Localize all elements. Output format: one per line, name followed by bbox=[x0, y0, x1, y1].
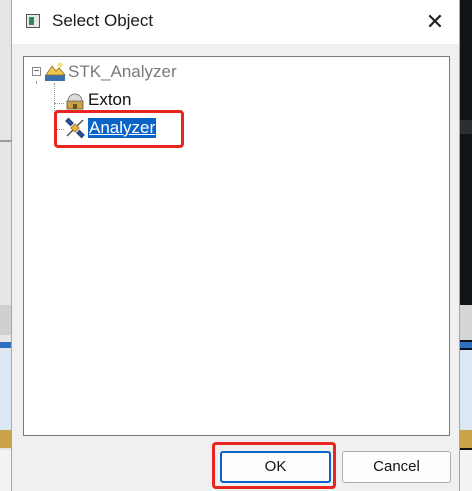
title-bar: Select Object ✕ bbox=[12, 0, 459, 44]
cancel-button[interactable]: Cancel bbox=[342, 451, 451, 483]
facility-icon bbox=[66, 93, 84, 110]
dialog-footer: OK Cancel bbox=[12, 436, 459, 491]
tree-connector-horizontal bbox=[54, 103, 64, 104]
background-app-left-edge bbox=[0, 0, 11, 491]
close-button[interactable]: ✕ bbox=[419, 6, 451, 38]
tree-connector-vertical bbox=[36, 81, 37, 83]
background-app-right-edge bbox=[460, 0, 472, 491]
annotation-highlight-selected-node bbox=[54, 110, 184, 148]
tree-node-label: STK_Analyzer bbox=[68, 62, 177, 81]
app-window-icon bbox=[26, 14, 40, 28]
dialog-title: Select Object bbox=[52, 11, 154, 30]
collapse-toggle[interactable]: − bbox=[32, 67, 41, 77]
tree-node-root[interactable]: STK_Analyzer bbox=[44, 60, 177, 84]
tree-node-exton[interactable]: Exton bbox=[64, 88, 131, 112]
select-object-dialog: Select Object ✕ − STK_Analyzer Exton Ana… bbox=[11, 0, 460, 491]
scenario-icon bbox=[45, 62, 66, 81]
tree-node-label: Exton bbox=[88, 90, 132, 109]
annotation-highlight-ok-button bbox=[212, 442, 336, 489]
